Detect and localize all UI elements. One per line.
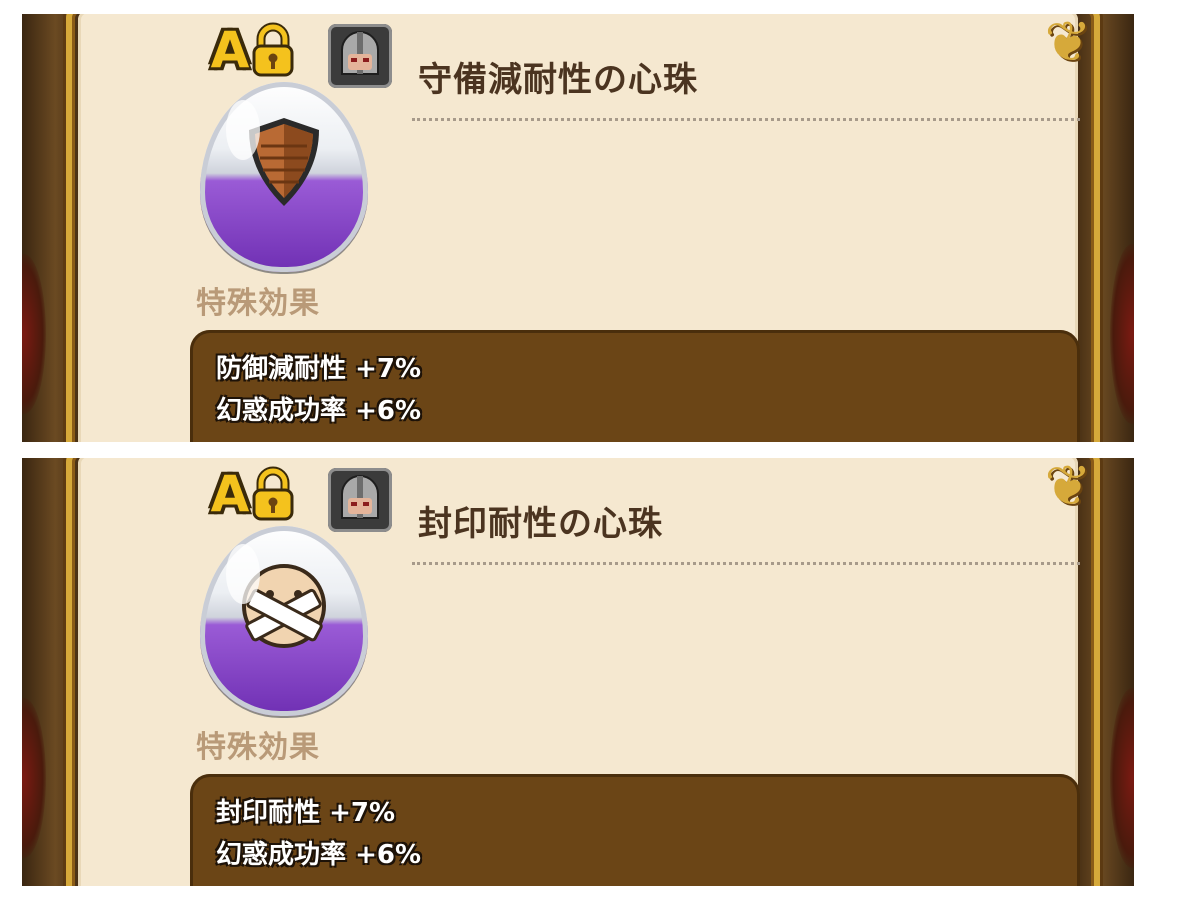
effect-name: 防御減耐性	[216, 354, 347, 384]
effect-name: 封印耐性	[216, 798, 321, 828]
background-glow	[22, 698, 46, 858]
title-divider	[412, 118, 1080, 121]
background-glow	[22, 254, 46, 414]
orb-title: 封印耐性の心珠	[418, 504, 663, 544]
special-effect-label: 特殊効果	[196, 730, 320, 765]
heart-orb-gem	[200, 526, 368, 716]
screenshot-separator	[22, 442, 1134, 458]
orb-detail-card: A 守備減耐性の心珠 特殊効果 防御減耐性 +7% 幻惑成功率 +6%	[78, 14, 1080, 442]
sealed-face-icon	[242, 563, 326, 648]
job-class-icon	[328, 468, 392, 532]
orb-title: 守備減耐性の心珠	[418, 60, 698, 100]
background-glow	[1110, 688, 1134, 868]
effect-name: 幻惑成功率	[216, 840, 347, 870]
effect-value: +6%	[355, 396, 422, 426]
heart-orb-panel-1: A 守備減耐性の心珠 特殊効果 防御減耐性 +7% 幻惑成功率 +6% ❦	[22, 14, 1134, 442]
effect-value: +7%	[355, 354, 422, 384]
effect-row: 防御減耐性 +7%	[216, 348, 421, 385]
heart-orb-gem	[200, 82, 368, 272]
effects-list: 防御減耐性 +7% 幻惑成功率 +6%	[190, 330, 1080, 442]
title-divider	[412, 562, 1080, 565]
knight-helmet-icon	[341, 475, 379, 519]
job-class-icon	[328, 24, 392, 88]
orb-detail-card: A 封印耐性の心珠 特殊効果 封印耐性 +7% 幻惑成功率 +6%	[78, 458, 1080, 886]
lock-icon[interactable]	[250, 466, 296, 522]
effects-list: 封印耐性 +7% 幻惑成功率 +6%	[190, 774, 1080, 886]
heart-orb-panel-2: A 封印耐性の心珠 特殊効果 封印耐性 +7% 幻惑成功率 +6% ❦	[22, 458, 1134, 886]
corner-ornament-icon: ❦	[1044, 458, 1092, 519]
rank-badge: A	[210, 21, 250, 79]
effect-value: +7%	[329, 798, 396, 828]
effect-value: +6%	[355, 840, 422, 870]
corner-ornament-icon: ❦	[1044, 14, 1092, 75]
background-glow	[1110, 244, 1134, 424]
shield-icon	[249, 117, 319, 206]
lock-icon[interactable]	[250, 22, 296, 78]
effect-row: 幻惑成功率 +6%	[216, 834, 421, 871]
effect-row: 幻惑成功率 +6%	[216, 390, 421, 427]
effect-name: 幻惑成功率	[216, 396, 347, 426]
knight-helmet-icon	[341, 31, 379, 75]
special-effect-label: 特殊効果	[196, 286, 320, 321]
effect-row: 封印耐性 +7%	[216, 792, 395, 829]
rank-badge: A	[210, 465, 250, 523]
